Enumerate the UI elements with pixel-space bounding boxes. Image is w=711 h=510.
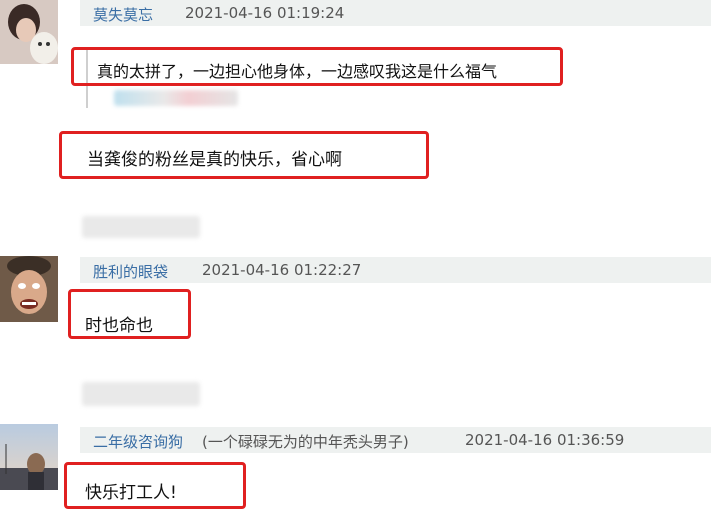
timestamp-4: 2021-04-16 01:36:59 (465, 431, 625, 449)
timestamp-3: 2021-04-16 01:22:27 (202, 261, 362, 279)
redacted-content (82, 382, 200, 406)
highlight-box-4 (64, 462, 246, 509)
comment-header-3 (80, 257, 711, 283)
username-3[interactable]: 胜利的眼袋 (93, 261, 168, 282)
user-note-4: (一个碌碌无为的中年秃头男子) (202, 433, 409, 451)
redacted-content (114, 90, 238, 106)
comment-header-1 (80, 0, 711, 26)
avatar[interactable] (0, 0, 58, 64)
avatar[interactable] (0, 256, 58, 322)
redacted-content (82, 216, 200, 238)
avatar[interactable] (0, 424, 58, 490)
highlight-box-1 (71, 47, 563, 86)
highlight-box-2 (59, 131, 429, 179)
username-1[interactable]: 莫失莫忘 (93, 4, 153, 25)
username-4[interactable]: 二年级咨询狗 (93, 431, 183, 452)
timestamp-1: 2021-04-16 01:19:24 (185, 4, 345, 22)
highlight-box-3 (68, 289, 191, 339)
